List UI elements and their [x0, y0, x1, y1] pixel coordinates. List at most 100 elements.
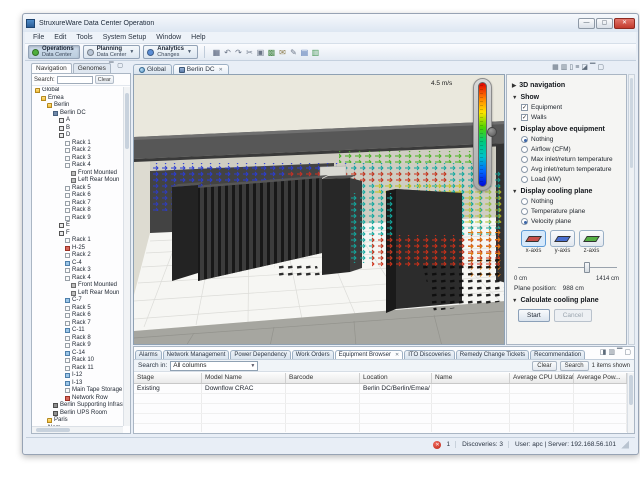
tree-horizontal-scrollbar[interactable]: [32, 426, 123, 433]
editor-tab-global[interactable]: Global: [133, 64, 172, 74]
minimize-view-icon[interactable]: ▔: [590, 63, 595, 72]
close-button[interactable]: ✕: [614, 18, 635, 29]
section-display-cooling-plane[interactable]: ▼Display cooling plane: [512, 188, 621, 195]
left-panel-header-icons[interactable]: ▔ ▢: [109, 62, 124, 69]
option-avg-inlet-return-temperature[interactable]: Avg inlet/return temperature: [521, 166, 621, 173]
table-row[interactable]: ExistingDownflow CRACBerlin DC/Berlin/Em…: [134, 384, 627, 394]
scrollbar-thumb[interactable]: [630, 78, 633, 168]
scrollbar-thumb[interactable]: [629, 375, 633, 405]
option-velocity-plane[interactable]: Velocity plane: [521, 218, 621, 225]
screenshot-icon[interactable]: ▩: [266, 45, 277, 60]
tree-item-main-tape-storage[interactable]: Main Tape Storage: [32, 387, 123, 395]
menu-help[interactable]: Help: [186, 34, 210, 41]
option-load-kw[interactable]: Load (kW): [521, 176, 621, 183]
radio-velocity-plane[interactable]: [521, 218, 528, 225]
report-green-icon[interactable]: ▥: [310, 45, 321, 60]
menu-system-setup[interactable]: System Setup: [98, 34, 152, 41]
mail-icon[interactable]: ✉: [277, 45, 288, 60]
tree-item-paris[interactable]: Paris: [32, 417, 123, 425]
undo-icon[interactable]: ↶: [222, 45, 233, 60]
view-table-icon[interactable]: ▥: [561, 63, 568, 72]
tree-item-rack-3[interactable]: Rack 3: [32, 267, 123, 275]
option-airflow-cfm[interactable]: Airflow (CFM): [521, 146, 621, 153]
start-button[interactable]: Start: [518, 309, 550, 322]
tree-item-left-rear-moun[interactable]: Left Rear Moun: [32, 290, 123, 298]
option-equipment[interactable]: ✓Equipment: [521, 104, 621, 111]
dropdown-caret-icon[interactable]: ▼: [187, 49, 192, 55]
mode-analytics[interactable]: AnalyticsChanges▼: [143, 45, 198, 59]
error-icon[interactable]: ✕: [433, 441, 441, 449]
y-axis-button[interactable]: [550, 230, 575, 247]
section-show[interactable]: ▼Show: [512, 94, 621, 101]
table-scrollbar[interactable]: [627, 373, 634, 433]
tree-item-f[interactable]: F: [32, 230, 123, 238]
tree-item-e[interactable]: E: [32, 222, 123, 230]
tree-item-emea[interactable]: Emea: [32, 95, 123, 103]
tab-power-dependency[interactable]: Power Dependency: [230, 350, 290, 359]
clear-table-icon[interactable]: ◨: [600, 348, 607, 357]
tree-item-b[interactable]: B: [32, 125, 123, 133]
mode-planning[interactable]: PlanningData Center▼: [83, 45, 141, 59]
tree-item-rack-8[interactable]: Rack 8: [32, 207, 123, 215]
tree-item-rack-2[interactable]: Rack 2: [32, 252, 123, 260]
minimize-view-icon[interactable]: ▔: [617, 348, 622, 357]
tools-icon[interactable]: ✎: [288, 45, 299, 60]
checkbox-walls[interactable]: ✓: [521, 114, 528, 121]
view-list-icon[interactable]: ≡: [575, 63, 579, 72]
tree-item-rack-6[interactable]: Rack 6: [32, 192, 123, 200]
tree-item-berlin-dc[interactable]: Berlin DC: [32, 110, 123, 118]
tab-remedy-change-tickets[interactable]: Remedy Change Tickets: [456, 350, 529, 359]
tree-item-berlin[interactable]: Berlin: [32, 102, 123, 110]
tree-item-rack-4[interactable]: Rack 4: [32, 162, 123, 170]
tree-item-rack-5[interactable]: Rack 5: [32, 185, 123, 193]
tab-navigation[interactable]: Navigation: [31, 63, 72, 73]
view-grid-icon[interactable]: ▦: [552, 63, 559, 72]
report-blue-icon[interactable]: ▤: [299, 45, 310, 60]
clear-filter-button[interactable]: Clear: [532, 361, 556, 371]
editor-tab-berlin-dc[interactable]: Berlin DC✕: [173, 64, 229, 74]
view-columns-icon[interactable]: ▯: [569, 63, 573, 72]
tree-item-h-25[interactable]: H-25: [32, 245, 123, 253]
options-scrollbar[interactable]: [628, 74, 635, 345]
search-input[interactable]: [57, 76, 93, 84]
radio-temperature-plane[interactable]: [521, 208, 528, 215]
tree-item-left-rear-moun[interactable]: Left Rear Moun: [32, 177, 123, 185]
tree-item-i-13[interactable]: I-13: [32, 380, 123, 388]
search-column-select[interactable]: All columns ▼: [170, 361, 258, 371]
tree-item-c-14[interactable]: C-14: [32, 350, 123, 358]
tree-item-network-row[interactable]: Network Row: [32, 395, 123, 403]
tree-item-rack-9[interactable]: Rack 9: [32, 342, 123, 350]
tree-item-rack-11[interactable]: Rack 11: [32, 365, 123, 373]
x-axis-button[interactable]: [521, 230, 546, 247]
column-header-stage[interactable]: Stage: [134, 373, 202, 383]
tree-item-rack-10[interactable]: Rack 10: [32, 357, 123, 365]
3d-viewport[interactable]: 4.5 m/s: [133, 74, 505, 345]
section-3d-navigation[interactable]: ▶3D navigation: [512, 82, 621, 89]
tab-work-orders[interactable]: Work Orders: [292, 350, 334, 359]
tree-item-global[interactable]: Global: [32, 87, 123, 95]
column-header-location[interactable]: Location: [360, 373, 432, 383]
radio-max-inlet-return-temperature[interactable]: [521, 156, 528, 163]
scrollbar-thumb[interactable]: [36, 428, 70, 432]
tree-item-c-7[interactable]: C-7: [32, 297, 123, 305]
tree-item-c-4[interactable]: C-4: [32, 260, 123, 268]
tree-vertical-scrollbar[interactable]: [123, 87, 130, 426]
tree-item-rack-7[interactable]: Rack 7: [32, 200, 123, 208]
cut-icon[interactable]: ✂: [244, 45, 255, 60]
maximize-button[interactable]: ▢: [596, 18, 613, 29]
tab-equipment-browser[interactable]: Equipment Browser✕: [335, 350, 404, 359]
tree-item-rack-8[interactable]: Rack 8: [32, 335, 123, 343]
tab-alarms[interactable]: Alarms: [135, 350, 162, 359]
maximize-view-icon[interactable]: ▢: [597, 63, 604, 72]
column-header-model-name[interactable]: Model Name: [202, 373, 286, 383]
plane-position-slider[interactable]: [518, 261, 617, 273]
tree-item-berlin-ups-room[interactable]: Berlin UPS Room: [32, 410, 123, 418]
tree-item-i-12[interactable]: I-12: [32, 372, 123, 380]
save-icon[interactable]: ▦: [211, 45, 222, 60]
option-max-inlet-return-temperature[interactable]: Max inlet/return temperature: [521, 156, 621, 163]
option-temperature-plane[interactable]: Temperature plane: [521, 208, 621, 215]
tree-item-rack-7[interactable]: Rack 7: [32, 320, 123, 328]
clear-search-button[interactable]: Clear: [95, 75, 114, 84]
tab-genomes[interactable]: Genomes: [73, 63, 111, 73]
option-nothing[interactable]: Nothing: [521, 136, 621, 143]
